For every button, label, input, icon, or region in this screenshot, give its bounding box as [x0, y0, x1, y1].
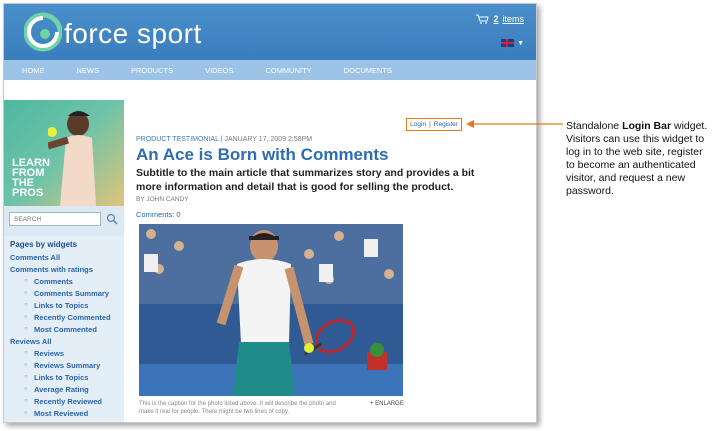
promo-text: LEARN FROM THE PROS: [12, 157, 50, 199]
nav-news[interactable]: NEWS: [77, 66, 100, 75]
widget-link[interactable]: Reviews All: [10, 337, 51, 346]
cart-icon: [476, 14, 490, 24]
widget-link[interactable]: Recently Commented: [24, 313, 111, 322]
widget-link[interactable]: Comments All: [10, 253, 60, 262]
comments-count-link[interactable]: Comments: 0: [136, 210, 181, 219]
widgets-panel: Pages by widgets Comments All Comments wi…: [4, 236, 124, 422]
search-area: [4, 206, 124, 236]
annotation-bold: Login Bar: [622, 120, 672, 132]
article-date: JANUARY 17, 2009 2:58PM: [224, 136, 313, 143]
widget-link[interactable]: Reviews Summary: [24, 361, 100, 370]
callout-annotation: Standalone Login Bar widget. Visitors ca…: [566, 120, 714, 198]
login-separator: |: [429, 121, 431, 128]
main-nav: HOME NEWS PRODUCTS VIDEOS COMMUNITY DOCU…: [4, 60, 536, 80]
search-input[interactable]: [9, 212, 101, 226]
sidebar: LEARNFROM THEPROS Pages by widgets Comme…: [4, 100, 124, 422]
cart-label: items: [502, 14, 524, 24]
promo-banner[interactable]: LEARN FROM THE PROS: [4, 100, 124, 206]
widget-link[interactable]: Comments Summary: [24, 289, 109, 298]
widget-link[interactable]: Comments with ratings: [10, 265, 93, 274]
uk-flag-icon: [501, 39, 515, 47]
nav-home[interactable]: HOME: [22, 66, 45, 75]
widget-link[interactable]: Most Commented: [24, 325, 97, 334]
annotation-prefix: Standalone: [566, 120, 623, 132]
login-bar-widget: Login | Register: [406, 118, 462, 131]
widget-link[interactable]: Recently Reviewed: [24, 397, 102, 406]
widget-link[interactable]: Comments: [24, 277, 73, 286]
article-category[interactable]: PRODUCT TESTIMONIAL: [136, 136, 219, 143]
site-header: force sport 2 items ▼: [4, 4, 536, 60]
screenshot-frame: force sport 2 items ▼ HOME NEWS PRODUCTS…: [3, 3, 537, 423]
article-title: An Ace is Born with Comments: [136, 145, 389, 164]
chevron-down-icon: ▼: [517, 39, 524, 47]
widget-link[interactable]: Most Reviewed: [24, 409, 88, 418]
photo-caption: This is the caption for the photo listed…: [139, 401, 336, 415]
article-subtitle: Subtitle to the main article that summar…: [136, 167, 475, 193]
logo-swirl-icon: [24, 12, 62, 52]
widget-link[interactable]: Links to Topics: [24, 373, 89, 382]
login-link[interactable]: Login: [410, 121, 426, 128]
article-byline: BY JOHN CANDY: [136, 196, 189, 203]
widgets-heading: Pages by widgets: [10, 240, 78, 249]
cart-count: 2: [493, 14, 499, 24]
nav-videos[interactable]: VIDEOS: [205, 66, 233, 75]
cart-link[interactable]: 2 items: [476, 14, 524, 24]
enlarge-link[interactable]: + ENLARGE: [370, 401, 404, 407]
article-photo[interactable]: [139, 224, 403, 396]
language-selector[interactable]: ▼: [501, 39, 524, 47]
nav-documents[interactable]: DOCUMENTS: [344, 66, 392, 75]
site-logo-text[interactable]: force sport: [64, 18, 202, 50]
register-link[interactable]: Register: [434, 121, 458, 128]
tennis-player-image: [48, 111, 96, 206]
search-icon[interactable]: [106, 212, 118, 226]
widget-link[interactable]: Average Rating: [24, 385, 89, 394]
widget-link[interactable]: Links to Topics: [24, 301, 89, 310]
article-meta: PRODUCT TESTIMONIAL | JANUARY 17, 2009 2…: [136, 136, 312, 143]
main-content: Login | Register PRODUCT TESTIMONIAL | J…: [136, 100, 536, 422]
nav-community[interactable]: COMMUNITY: [265, 66, 311, 75]
widget-link[interactable]: Reviews: [24, 349, 64, 358]
nav-products[interactable]: PRODUCTS: [131, 66, 173, 75]
